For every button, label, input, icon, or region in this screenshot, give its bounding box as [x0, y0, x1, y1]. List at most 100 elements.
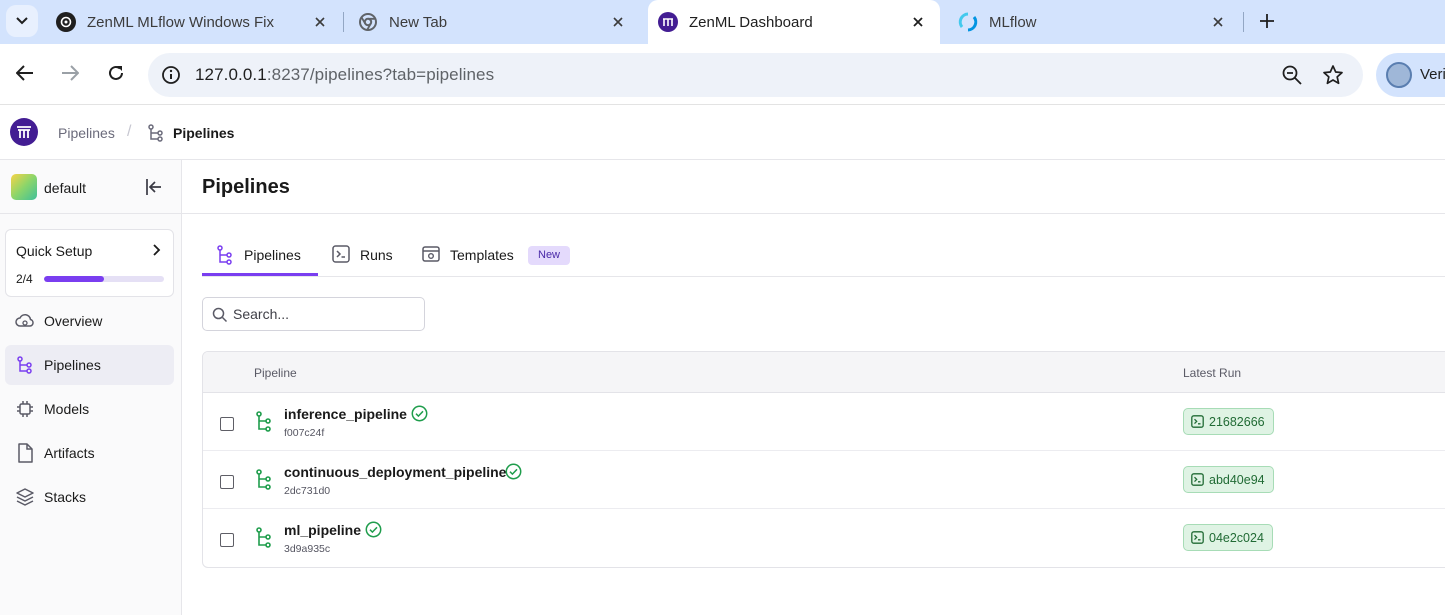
- pipeline-name-link[interactable]: ml_pipeline: [284, 522, 361, 538]
- url-text[interactable]: 127.0.0.1:8237/pipelines?tab=pipelines: [195, 65, 494, 85]
- reload-icon: [109, 65, 123, 80]
- tab-label: Templates: [450, 247, 514, 263]
- table-row: continuous_deployment_pipeline 2dc731d0 …: [203, 451, 1445, 509]
- mlflow-icon: [958, 12, 978, 32]
- artifacts-icon: [15, 443, 35, 463]
- plus-icon: [1260, 14, 1274, 28]
- sidebar: default Quick Setup 2/4 Overview Pipelin…: [0, 160, 182, 615]
- tab-templates[interactable]: Templates: [422, 238, 514, 276]
- tab-runs[interactable]: Runs: [332, 238, 393, 276]
- pipeline-icon: [256, 411, 271, 432]
- tab-divider: [343, 12, 344, 32]
- terminal-icon: [1191, 415, 1204, 428]
- tab-title: New Tab: [389, 13, 448, 31]
- overview-icon: [15, 311, 35, 331]
- zoom-icon[interactable]: [1281, 64, 1303, 86]
- tab-search-button[interactable]: [6, 5, 38, 37]
- sidebar-item-label: Overview: [44, 313, 103, 329]
- profile-button[interactable]: Veri: [1376, 53, 1445, 97]
- browser-tab-strip: ZenML MLflow Windows Fix New Tab ZenML D…: [0, 0, 1445, 44]
- sidebar-item-label: Artifacts: [44, 445, 95, 461]
- check-circle-icon: [411, 405, 428, 422]
- search-input[interactable]: [233, 304, 418, 324]
- sidebar-item-stacks[interactable]: Stacks: [5, 477, 174, 517]
- site-info-icon[interactable]: [160, 64, 182, 86]
- column-header-latest-run[interactable]: Latest Run: [1183, 366, 1241, 380]
- browser-tab-mlflow[interactable]: MLflow: [958, 0, 1240, 44]
- address-bar[interactable]: 127.0.0.1:8237/pipelines?tab=pipelines: [148, 53, 1363, 97]
- table-row: inference_pipeline f007c24f 21682666: [203, 393, 1445, 451]
- pipelines-icon: [217, 245, 232, 265]
- browser-tab-zenml-mlflow-fix[interactable]: ZenML MLflow Windows Fix: [56, 0, 342, 44]
- column-header-pipeline[interactable]: Pipeline: [254, 366, 297, 380]
- quick-setup-progress-text: 2/4: [16, 272, 33, 286]
- quick-setup-progress-fill: [44, 276, 104, 282]
- quick-setup-title: Quick Setup: [16, 243, 93, 259]
- arrow-left-icon: [16, 65, 33, 81]
- breadcrumb-root[interactable]: Pipelines: [58, 125, 115, 141]
- zenml-logo[interactable]: [10, 118, 38, 146]
- stacks-icon: [15, 487, 35, 507]
- tab-title: MLflow: [989, 13, 1037, 31]
- row-checkbox[interactable]: [220, 533, 234, 547]
- sidebar-item-pipelines[interactable]: Pipelines: [5, 345, 174, 385]
- terminal-icon: [1191, 531, 1204, 544]
- pipelines-table: Pipeline Latest Run inference_pipeline f…: [202, 351, 1445, 568]
- search-box[interactable]: [202, 297, 425, 331]
- zenml-logo-icon: [17, 126, 31, 138]
- table-row: ml_pipeline 3d9a935c 04e2c024: [203, 509, 1445, 567]
- workspace-name: default: [44, 180, 87, 196]
- forward-button[interactable]: [58, 61, 82, 85]
- latest-run-id: abd40e94: [1209, 472, 1265, 487]
- terminal-icon: [332, 245, 350, 263]
- browser-toolbar: 127.0.0.1:8237/pipelines?tab=pipelines V…: [0, 44, 1445, 105]
- pipelines-icon: [15, 355, 35, 375]
- reload-button[interactable]: [104, 61, 128, 85]
- terminal-icon: [1191, 473, 1204, 486]
- row-checkbox[interactable]: [220, 417, 234, 431]
- breadcrumb-current: Pipelines: [173, 125, 235, 141]
- url-path: :8237/pipelines?tab=pipelines: [266, 65, 495, 84]
- templates-icon: [422, 246, 440, 262]
- close-tab-icon[interactable]: [908, 12, 928, 32]
- browser-tab-new-tab[interactable]: New Tab: [358, 0, 640, 44]
- tab-label: Pipelines: [244, 247, 301, 263]
- url-host: 127.0.0.1: [195, 65, 267, 84]
- latest-run-chip[interactable]: 04e2c024: [1183, 524, 1273, 551]
- close-tab-icon[interactable]: [1208, 12, 1228, 32]
- latest-run-chip[interactable]: 21682666: [1183, 408, 1274, 435]
- close-tab-icon[interactable]: [608, 12, 628, 32]
- pipeline-name-link[interactable]: inference_pipeline: [284, 406, 407, 422]
- pipeline-icon: [256, 469, 271, 490]
- tab-title: ZenML Dashboard: [689, 13, 813, 31]
- bookmark-star-icon[interactable]: [1322, 64, 1344, 86]
- pipeline-name-link[interactable]: continuous_deployment_pipeline: [284, 464, 506, 480]
- sidebar-item-artifacts[interactable]: Artifacts: [5, 433, 174, 473]
- sidebar-item-label: Models: [44, 401, 90, 417]
- close-tab-icon[interactable]: [310, 12, 330, 32]
- new-tab-button[interactable]: [1254, 8, 1280, 34]
- app-header: Pipelines / Pipelines: [0, 105, 1445, 160]
- back-button[interactable]: [13, 61, 37, 85]
- workspace-avatar: [11, 174, 37, 200]
- chrome-icon: [358, 12, 378, 32]
- row-checkbox[interactable]: [220, 475, 234, 489]
- tab-divider: [1243, 12, 1244, 32]
- sidebar-item-label: Stacks: [44, 489, 87, 505]
- breadcrumb-separator: /: [127, 123, 132, 140]
- new-badge: New: [528, 246, 571, 265]
- pipeline-icon: [256, 527, 271, 548]
- avatar: [1386, 62, 1412, 88]
- latest-run-chip[interactable]: abd40e94: [1183, 466, 1274, 493]
- collapse-sidebar-icon[interactable]: [144, 177, 164, 197]
- zenml-icon: [658, 12, 678, 32]
- quick-setup-progress-bar: [44, 276, 164, 282]
- divider: [182, 213, 1445, 214]
- tab-pipelines[interactable]: Pipelines: [202, 238, 318, 276]
- browser-tab-zenml-dashboard[interactable]: ZenML Dashboard: [648, 0, 940, 44]
- sidebar-item-overview[interactable]: Overview: [5, 301, 174, 341]
- sidebar-item-models[interactable]: Models: [5, 389, 174, 429]
- workspace-switcher[interactable]: default: [0, 160, 181, 214]
- quick-setup-card[interactable]: Quick Setup 2/4: [5, 229, 174, 297]
- table-header: Pipeline Latest Run: [203, 352, 1445, 393]
